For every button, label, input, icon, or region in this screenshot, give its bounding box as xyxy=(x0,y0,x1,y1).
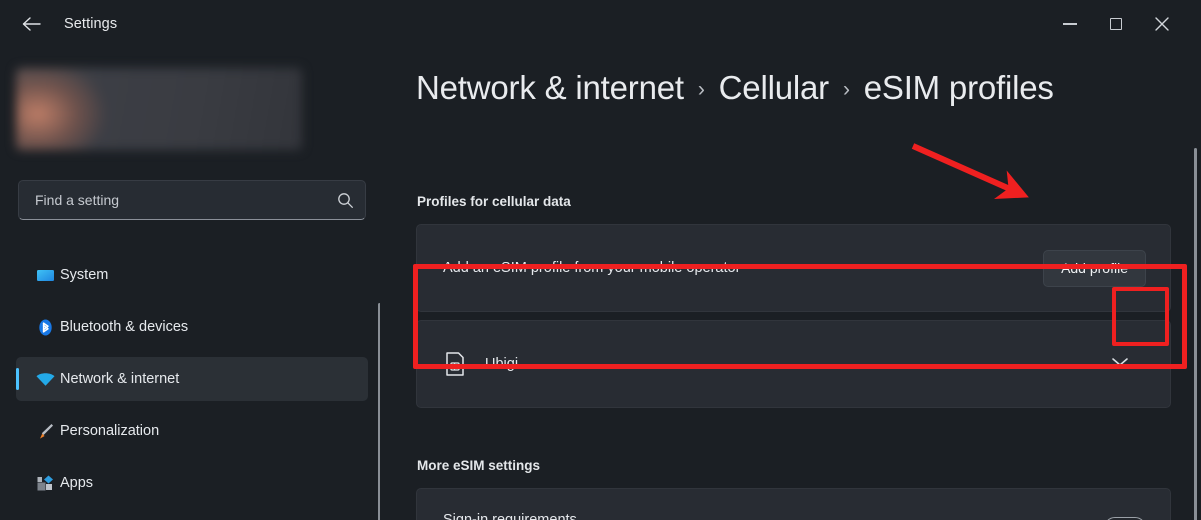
content-scrollbar[interactable] xyxy=(1194,148,1197,520)
bluetooth-icon xyxy=(34,316,56,338)
monitor-icon xyxy=(34,264,56,286)
expand-profile-button[interactable] xyxy=(1094,338,1146,390)
content-area: Network & internet › Cellular › eSIM pro… xyxy=(380,48,1201,520)
back-arrow-icon xyxy=(22,16,41,32)
sidebar-item-personalization[interactable]: Personalization xyxy=(16,409,368,453)
sidebar: System Bluetooth & devices xyxy=(0,48,381,520)
apps-icon xyxy=(34,472,56,494)
title-bar: Settings xyxy=(0,0,1201,48)
search-input[interactable] xyxy=(19,181,325,219)
account-card[interactable] xyxy=(16,68,302,150)
paintbrush-icon xyxy=(34,420,56,442)
settings-window: Settings Find a setting System Bluetooth… xyxy=(0,0,1201,520)
add-profile-description: Add an eSIM profile from your mobile ope… xyxy=(443,260,741,276)
close-button[interactable] xyxy=(1139,0,1185,48)
sidebar-item-label: Network & internet xyxy=(60,371,180,387)
profiles-section-label: Profiles for cellular data xyxy=(417,194,571,209)
sign-in-text-group: Sign-in requirements Require sign in to … xyxy=(443,512,659,520)
app-title: Settings xyxy=(64,16,118,32)
wifi-icon xyxy=(34,368,56,390)
sidebar-item-system[interactable]: System xyxy=(16,253,368,297)
more-settings-section-label: More eSIM settings xyxy=(417,458,541,473)
maximize-icon xyxy=(1110,18,1122,30)
breadcrumb-item-network[interactable]: Network & internet xyxy=(416,69,684,107)
add-profile-card: Add an eSIM profile from your mobile ope… xyxy=(416,224,1171,312)
add-profile-button[interactable]: Add profile xyxy=(1043,249,1146,287)
window-controls xyxy=(1047,0,1201,48)
sidebar-item-label: Bluetooth & devices xyxy=(60,319,189,335)
sidebar-item-apps[interactable]: Apps xyxy=(16,461,368,505)
close-icon xyxy=(1155,17,1169,31)
sign-in-requirements-card: Sign-in requirements Require sign in to … xyxy=(416,488,1171,520)
search-icon xyxy=(325,192,365,209)
search-box[interactable] xyxy=(18,180,366,220)
sidebar-item-network-internet[interactable]: Network & internet xyxy=(16,357,368,401)
sidebar-nav: System Bluetooth & devices Network & int… xyxy=(16,253,368,513)
back-button[interactable] xyxy=(12,8,50,40)
breadcrumb-item-esim-profiles: eSIM profiles xyxy=(863,69,1054,106)
minimize-icon xyxy=(1063,23,1077,25)
sidebar-item-label: Apps xyxy=(60,475,94,491)
maximize-button[interactable] xyxy=(1093,0,1139,48)
breadcrumb-separator: › xyxy=(697,78,705,101)
esim-profile-card-ubigi[interactable]: Ubigi xyxy=(416,320,1171,408)
breadcrumb-separator: › xyxy=(842,78,850,101)
sign-in-requirements-title: Sign-in requirements xyxy=(443,511,577,520)
sidebar-item-label: Personalization xyxy=(60,423,160,439)
breadcrumb-item-cellular[interactable]: Cellular xyxy=(719,69,829,107)
esim-profile-name: Ubigi xyxy=(485,356,519,372)
sidebar-item-bluetooth-devices[interactable]: Bluetooth & devices xyxy=(16,305,368,349)
sidebar-item-label: System xyxy=(60,267,109,283)
chevron-down-icon xyxy=(1111,355,1129,373)
breadcrumb: Network & internet › Cellular › eSIM pro… xyxy=(416,69,1054,107)
sim-card-icon xyxy=(443,351,469,377)
minimize-button[interactable] xyxy=(1047,0,1093,48)
